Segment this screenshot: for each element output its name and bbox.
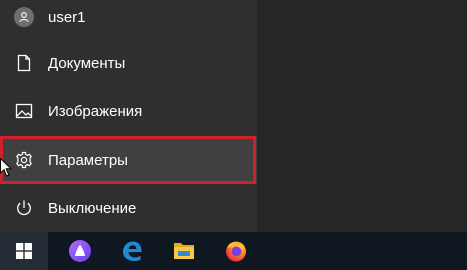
start-menu-item-label: Документы xyxy=(48,54,126,72)
file-explorer-icon xyxy=(174,243,194,259)
start-menu-item-pictures[interactable]: Изображения xyxy=(0,88,257,134)
power-icon xyxy=(0,185,48,231)
start-menu-left-pane: user1 Документы Изображения Параметры Вы… xyxy=(0,0,257,232)
taskbar xyxy=(0,232,467,270)
alice-assistant-icon xyxy=(69,240,91,262)
taskbar-firefox-button[interactable] xyxy=(210,232,262,270)
screen: user1 Документы Изображения Параметры Вы… xyxy=(0,0,467,270)
edge-browser-icon xyxy=(123,241,142,261)
start-menu-item-power[interactable]: Выключение xyxy=(0,185,257,231)
mouse-cursor-icon xyxy=(0,158,12,177)
windows-start-icon xyxy=(16,243,32,259)
taskbar-explorer-button[interactable] xyxy=(158,232,210,270)
start-menu-item-label: Параметры xyxy=(48,151,128,169)
start-button[interactable] xyxy=(0,232,48,270)
firefox-browser-icon xyxy=(226,241,246,262)
taskbar-edge-button[interactable] xyxy=(106,232,158,270)
start-menu-item-documents[interactable]: Документы xyxy=(0,40,257,86)
document-icon xyxy=(0,40,48,86)
taskbar-alice-button[interactable] xyxy=(54,232,106,270)
start-menu: user1 Документы Изображения Параметры Вы… xyxy=(0,0,467,232)
start-menu-item-label: Выключение xyxy=(48,199,137,217)
start-menu-item-settings[interactable]: Параметры xyxy=(0,137,257,183)
user-avatar-icon xyxy=(0,0,48,40)
start-menu-item-label: user1 xyxy=(48,8,86,26)
start-menu-item-user[interactable]: user1 xyxy=(0,0,257,40)
start-menu-tiles-pane xyxy=(257,0,467,232)
start-menu-item-label: Изображения xyxy=(48,102,143,120)
pictures-icon xyxy=(0,88,48,134)
